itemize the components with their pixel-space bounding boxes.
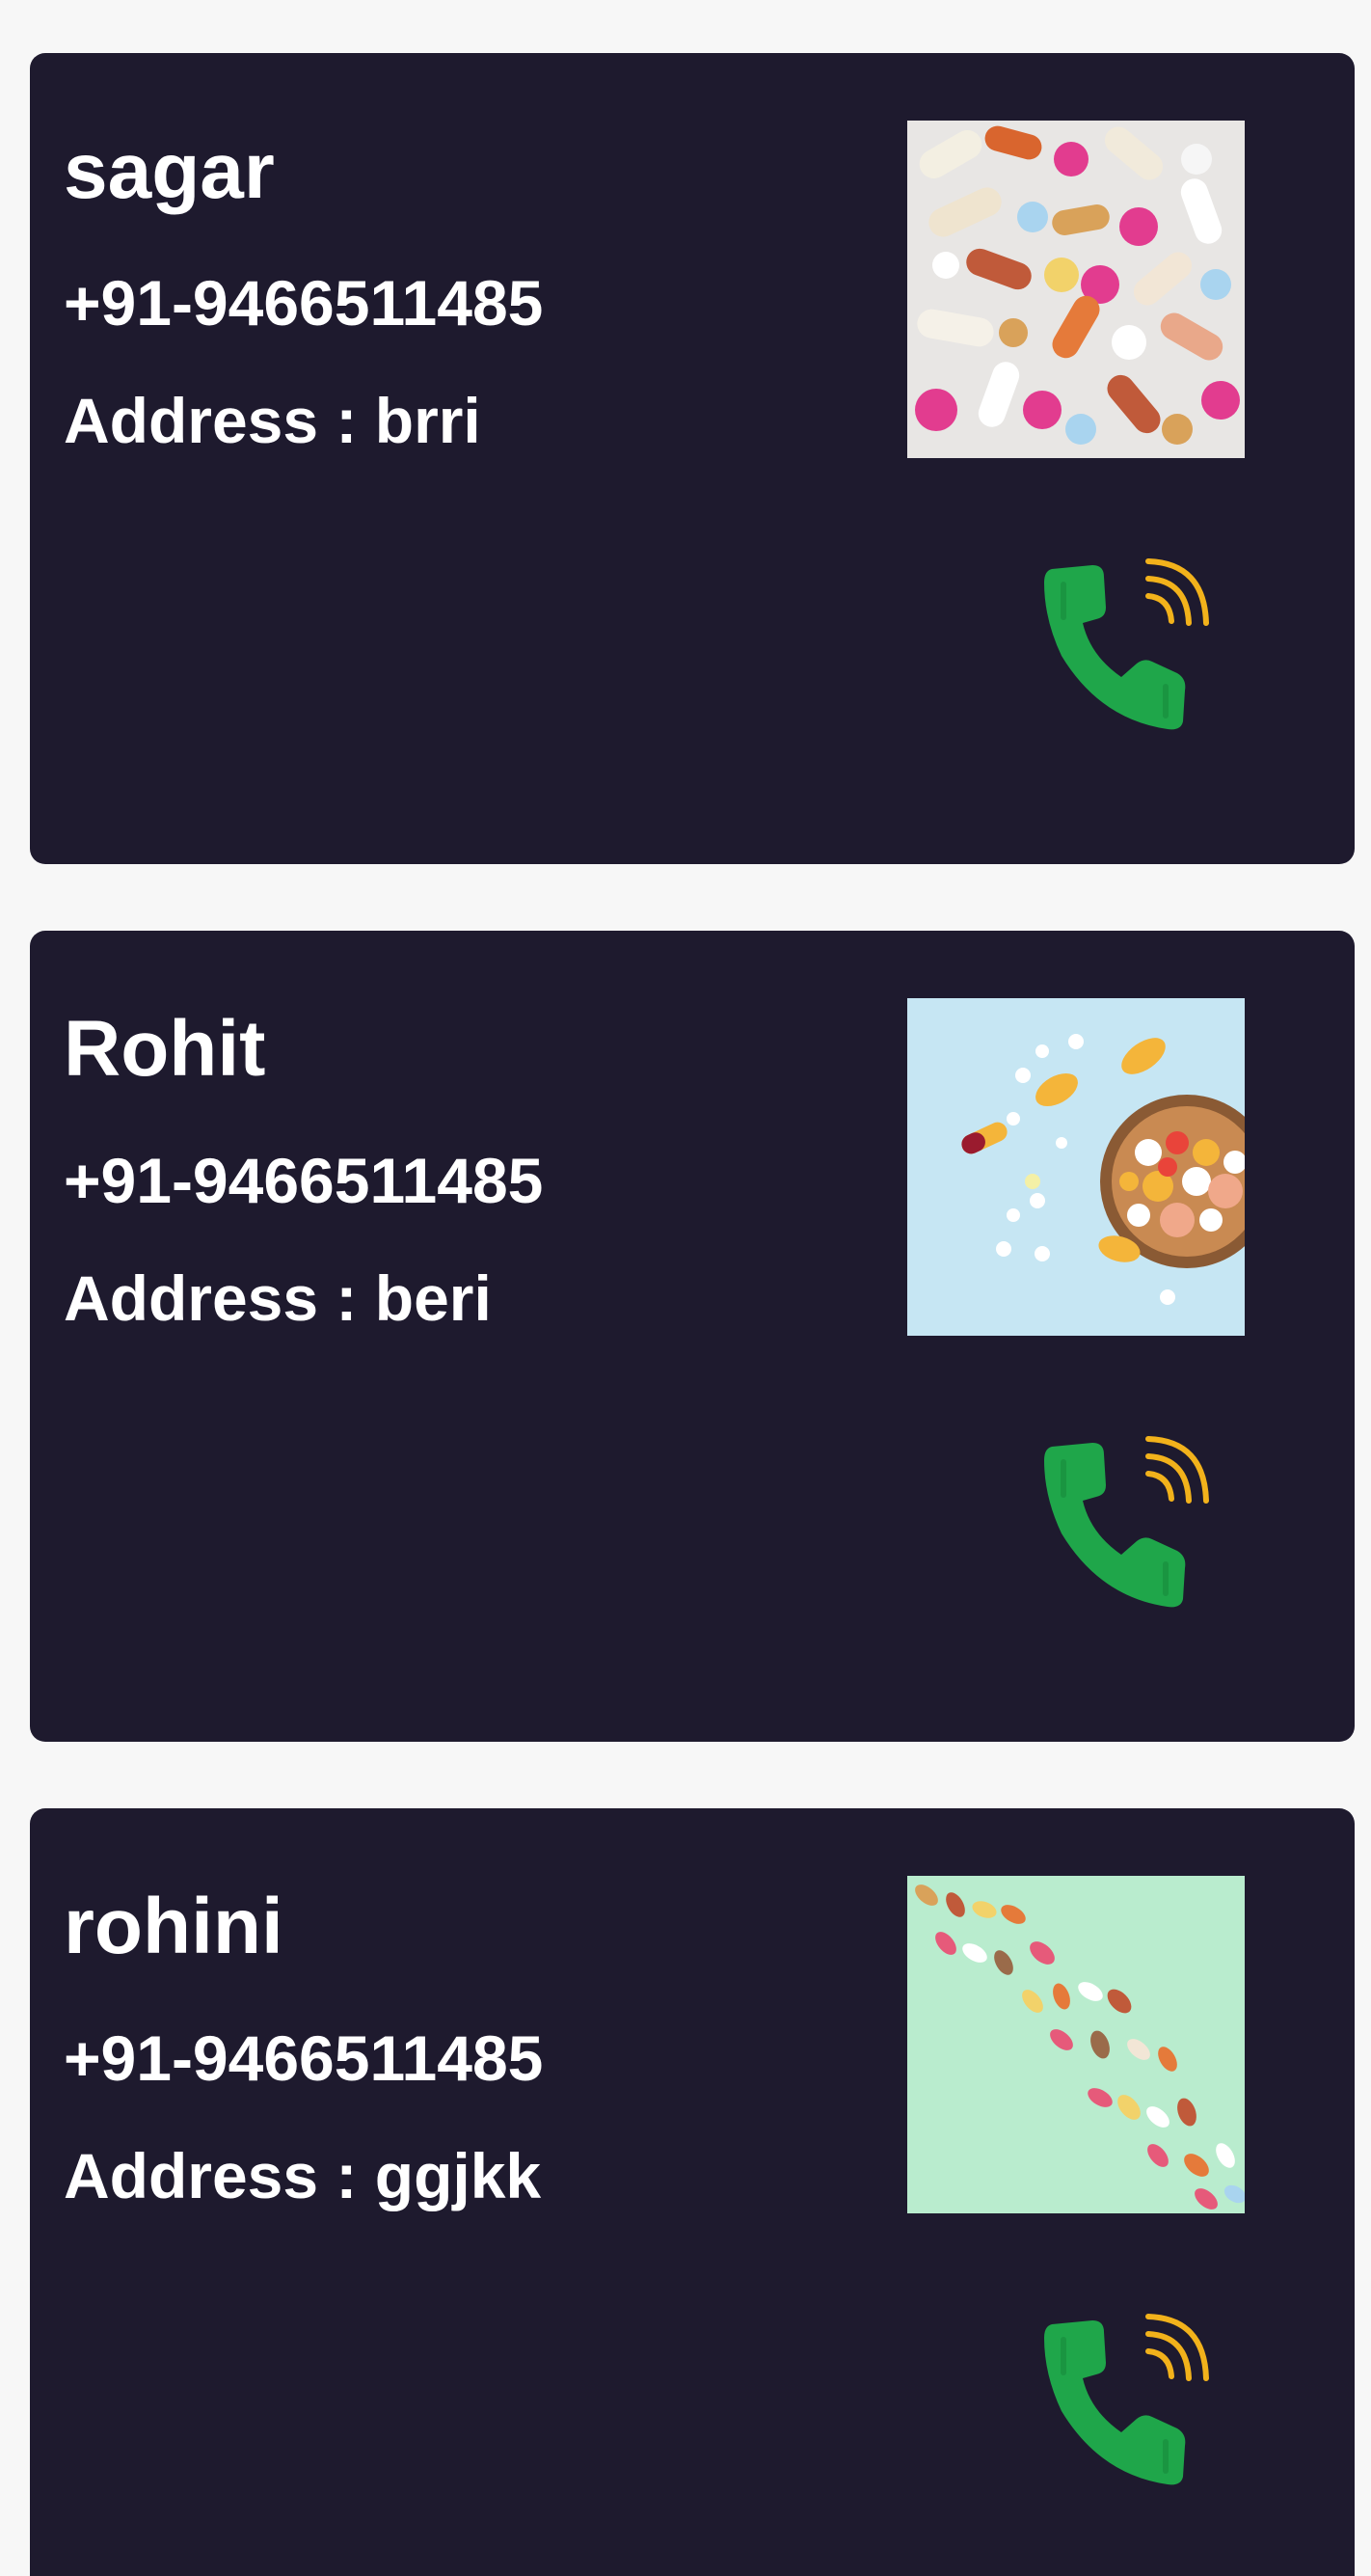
contact-address: Address : beri: [64, 1262, 492, 1334]
contact-card[interactable]: rohini +91-9466511485 Address : ggjkk: [30, 1808, 1355, 2576]
pills-dna-image: [907, 1876, 1245, 2213]
contact-phone: +91-9466511485: [64, 1145, 544, 1216]
pills-assorted-image: [907, 121, 1245, 458]
contact-card[interactable]: Rohit +91-9466511485 Address : beri: [30, 931, 1355, 1742]
phone-call-icon[interactable]: [1033, 1427, 1225, 1620]
contact-list: sagar +91-9466511485 Address : brri Rohi…: [0, 0, 1371, 2576]
pills-bowl-image: [907, 998, 1245, 1336]
contact-address: Address : brri: [64, 385, 481, 456]
contact-name: Rohit: [64, 1005, 266, 1093]
phone-call-icon[interactable]: [1033, 2305, 1225, 2498]
contact-address: Address : ggjkk: [64, 2140, 542, 2211]
contact-name: rohini: [64, 1883, 283, 1970]
contact-card[interactable]: sagar +91-9466511485 Address : brri: [30, 53, 1355, 864]
contact-phone: +91-9466511485: [64, 267, 544, 339]
contact-name: sagar: [64, 127, 275, 215]
contact-phone: +91-9466511485: [64, 2022, 544, 2094]
phone-call-icon[interactable]: [1033, 550, 1225, 743]
